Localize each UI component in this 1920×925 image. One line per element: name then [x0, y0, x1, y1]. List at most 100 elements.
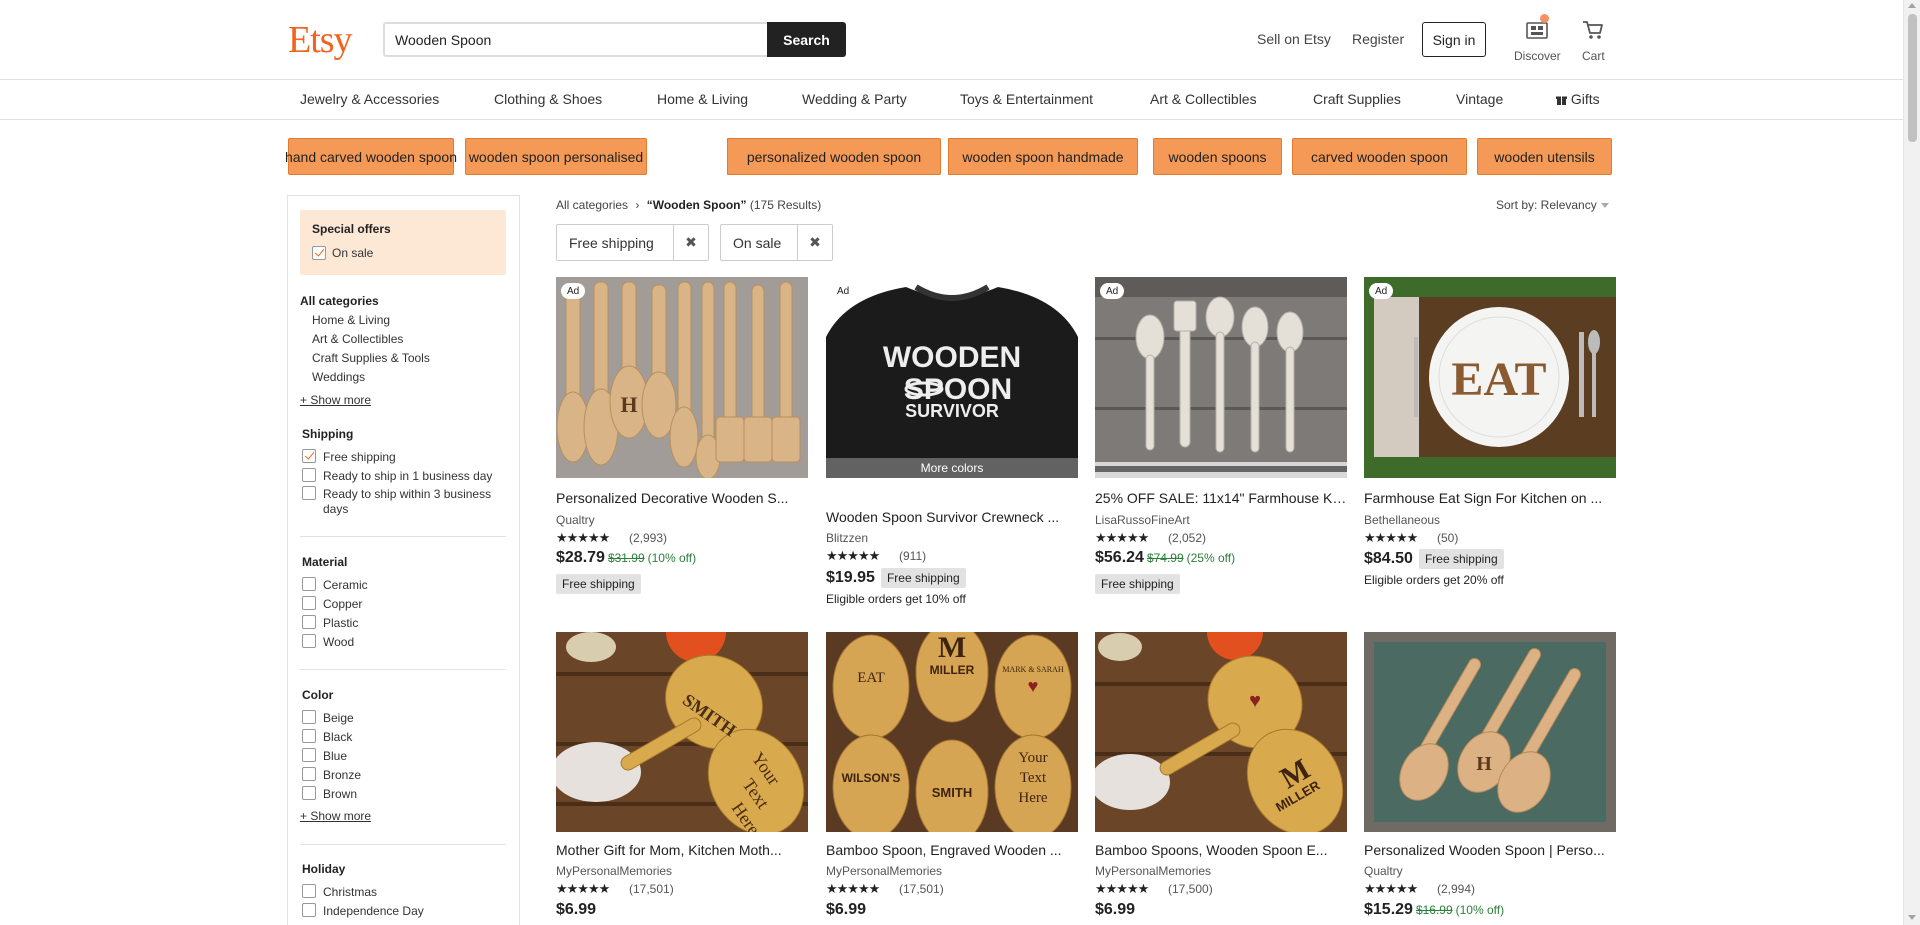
listing-image[interactable]: EAT M MILLER MARK & SARAH ♥ WILSON'S SMI…	[826, 632, 1078, 832]
shop-name[interactable]: Qualtry	[1364, 864, 1403, 878]
category-wedding[interactable]: Wedding & Party	[802, 91, 907, 107]
related-tag[interactable]: personalized wooden spoon	[727, 138, 941, 175]
holiday-checkbox[interactable]	[302, 903, 316, 917]
free-shipping-checkbox[interactable]	[302, 449, 316, 463]
material-checkbox[interactable]	[302, 634, 316, 648]
filter-category-link[interactable]: Art & Collectibles	[312, 332, 403, 346]
listing-title[interactable]: Mother Gift for Mom, Kitchen Moth...	[556, 842, 808, 858]
listing-image[interactable]: EAT Ad	[1364, 277, 1616, 478]
cart-button[interactable]: Cart	[1582, 20, 1605, 63]
color-checkbox[interactable]	[302, 767, 316, 781]
ship-3-days-checkbox[interactable]	[302, 486, 316, 500]
colors-show-more[interactable]: + Show more	[300, 809, 371, 823]
listing-image[interactable]: H Ad	[556, 277, 808, 478]
search-button[interactable]: Search	[767, 22, 846, 57]
listing-card[interactable]: SMITH Your Text Here Mother Gift for Mom…	[556, 632, 808, 918]
ad-badge: Ad	[561, 283, 586, 299]
listing-title[interactable]: Bamboo Spoons, Wooden Spoon E...	[1095, 842, 1347, 858]
category-gifts[interactable]: Gifts	[1556, 91, 1600, 107]
listing-title[interactable]: Wooden Spoon Survivor Crewneck ...	[826, 509, 1078, 525]
filter-category-link[interactable]: Home & Living	[312, 313, 390, 327]
color-checkbox[interactable]	[302, 729, 316, 743]
related-tag[interactable]: hand carved wooden spoon	[285, 138, 457, 175]
page-scrollbar[interactable]	[1903, 0, 1920, 925]
sign-in-button[interactable]: Sign in	[1422, 22, 1486, 57]
ship-3-days-label-cont: days	[323, 502, 349, 516]
shop-name[interactable]: LisaRussoFineArt	[1095, 513, 1190, 527]
scroll-up-icon[interactable]	[1908, 3, 1916, 8]
on-sale-checkbox[interactable]	[312, 246, 326, 260]
listing-card[interactable]: Ad 25% OFF SALE: 11x14" Farmhouse Ki... …	[1095, 277, 1347, 594]
listing-title[interactable]: Personalized Wooden Spoon | Perso...	[1364, 842, 1616, 858]
listing-card[interactable]: EAT Ad Farmhouse Eat Sign For Kitchen on…	[1364, 277, 1616, 587]
free-shipping-badge: Free shipping	[1095, 574, 1180, 594]
category-art[interactable]: Art & Collectibles	[1150, 91, 1257, 107]
listing-image[interactable]: SMITH Your Text Here	[556, 632, 808, 832]
material-checkbox[interactable]	[302, 596, 316, 610]
divider	[300, 844, 506, 845]
sell-on-etsy-link[interactable]: Sell on Etsy	[1257, 31, 1331, 47]
category-craft[interactable]: Craft Supplies	[1313, 91, 1401, 107]
shop-name[interactable]: Bethellaneous	[1364, 513, 1440, 527]
close-icon[interactable]: ✖	[797, 225, 832, 260]
price: $6.99	[1095, 901, 1136, 918]
material-checkbox[interactable]	[302, 615, 316, 629]
category-home-living[interactable]: Home & Living	[657, 91, 748, 107]
listing-image[interactable]: H	[1364, 632, 1616, 832]
related-tag[interactable]: wooden spoons	[1153, 138, 1282, 175]
listing-card[interactable]: H Personalized Wooden Spoon | Perso... Q…	[1364, 632, 1616, 918]
related-tag[interactable]: wooden utensils	[1477, 138, 1612, 175]
category-vintage[interactable]: Vintage	[1456, 91, 1503, 107]
search-input[interactable]	[383, 22, 767, 57]
shop-name[interactable]: Blitzzen	[826, 531, 868, 545]
category-toys[interactable]: Toys & Entertainment	[960, 91, 1093, 107]
listing-title[interactable]: Personalized Decorative Wooden S...	[556, 490, 808, 506]
etsy-logo[interactable]: Etsy	[288, 18, 353, 62]
engraved-letter: H	[1476, 753, 1492, 775]
shop-name[interactable]: MyPersonalMemories	[1095, 864, 1211, 878]
listing-image[interactable]: Ad	[1095, 277, 1347, 478]
listing-card[interactable]: WOODEN SPOON SURVIVOR Ad More colors Woo…	[826, 277, 1078, 606]
scrollbar-thumb[interactable]	[1908, 14, 1917, 142]
related-tag[interactable]: carved wooden spoon	[1292, 138, 1467, 175]
shop-name[interactable]: MyPersonalMemories	[826, 864, 942, 878]
price: $19.95	[826, 569, 875, 586]
ship-1-day-checkbox[interactable]	[302, 468, 316, 482]
discover-button[interactable]: Discover	[1514, 14, 1561, 63]
material-checkbox[interactable]	[302, 577, 316, 591]
listing-card[interactable]: EAT M MILLER MARK & SARAH ♥ WILSON'S SMI…	[826, 632, 1078, 918]
price-row: $56.24 $74.99 (25% off)	[1095, 549, 1235, 567]
listing-title[interactable]: 25% OFF SALE: 11x14" Farmhouse Ki...	[1095, 490, 1347, 506]
scroll-down-icon[interactable]	[1908, 915, 1916, 920]
shop-name[interactable]: MyPersonalMemories	[556, 864, 672, 878]
category-jewelry[interactable]: Jewelry & Accessories	[300, 91, 439, 107]
breadcrumb-root[interactable]: All categories	[556, 198, 628, 212]
holiday-checkbox[interactable]	[302, 884, 316, 898]
sort-dropdown[interactable]: Sort by: Relevancy	[1496, 198, 1609, 212]
free-shipping-badge: Free shipping	[1418, 549, 1504, 569]
related-tag[interactable]: wooden spoon personalised	[465, 138, 647, 175]
register-link[interactable]: Register	[1352, 31, 1404, 47]
categories-show-more[interactable]: + Show more	[300, 393, 371, 407]
close-icon[interactable]: ✖	[673, 225, 708, 260]
filter-category-link[interactable]: Craft Supplies & Tools	[312, 351, 430, 365]
shop-name[interactable]: Qualtry	[556, 513, 595, 527]
filter-category-link[interactable]: Weddings	[312, 370, 365, 384]
chevron-right-icon: ›	[635, 198, 640, 212]
listing-image[interactable]: WOODEN SPOON SURVIVOR Ad More colors	[826, 277, 1078, 478]
color-checkbox[interactable]	[302, 786, 316, 800]
related-tag[interactable]: wooden spoon handmade	[948, 138, 1138, 175]
category-clothing[interactable]: Clothing & Shoes	[494, 91, 602, 107]
discount: (10% off)	[647, 551, 697, 565]
listing-title[interactable]: Farmhouse Eat Sign For Kitchen on ...	[1364, 490, 1616, 506]
listing-title[interactable]: Bamboo Spoon, Engraved Wooden ...	[826, 842, 1078, 858]
listing-card[interactable]: H Ad Personalized Decorative Wooden S...…	[556, 277, 808, 594]
color-checkbox[interactable]	[302, 748, 316, 762]
all-categories-link[interactable]: All categories	[300, 294, 379, 308]
star-rating: ★★★★★	[826, 881, 880, 896]
price-row: $19.95 Free shipping	[826, 568, 966, 588]
listing-card[interactable]: ♥ M MILLER Bamboo Spoons, Wooden Spoon E…	[1095, 632, 1347, 918]
price: $6.99	[556, 901, 597, 918]
listing-image[interactable]: ♥ M MILLER	[1095, 632, 1347, 832]
color-checkbox[interactable]	[302, 710, 316, 724]
